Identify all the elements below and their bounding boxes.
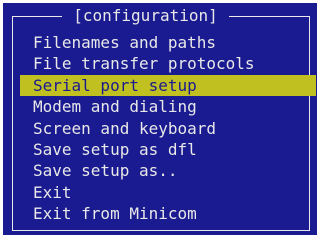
configuration-dialog: [configuration] Filenames and paths File…	[3, 3, 317, 235]
menu-item-modem-and-dialing[interactable]: Modem and dialing	[20, 96, 316, 117]
dialog-title: [configuration]	[73, 6, 218, 25]
menu-item-serial-port-setup[interactable]: Serial port setup	[20, 74, 316, 97]
menu-item-file-transfer-protocols[interactable]: File transfer protocols	[20, 53, 316, 74]
configuration-menu: Filenames and paths File transfer protoc…	[20, 32, 316, 225]
frame-top-left-border	[12, 16, 62, 17]
menu-item-exit-from-minicom[interactable]: Exit from Minicom	[20, 203, 316, 224]
terminal-screen: [configuration] Filenames and paths File…	[0, 0, 321, 240]
frame-top-right-border	[229, 16, 310, 17]
menu-item-exit[interactable]: Exit	[20, 182, 316, 203]
menu-item-screen-and-keyboard[interactable]: Screen and keyboard	[20, 118, 316, 139]
menu-item-save-setup-as[interactable]: Save setup as..	[20, 160, 316, 181]
menu-item-save-setup-as-dfl[interactable]: Save setup as dfl	[20, 139, 316, 160]
menu-item-filenames-and-paths[interactable]: Filenames and paths	[20, 32, 316, 53]
